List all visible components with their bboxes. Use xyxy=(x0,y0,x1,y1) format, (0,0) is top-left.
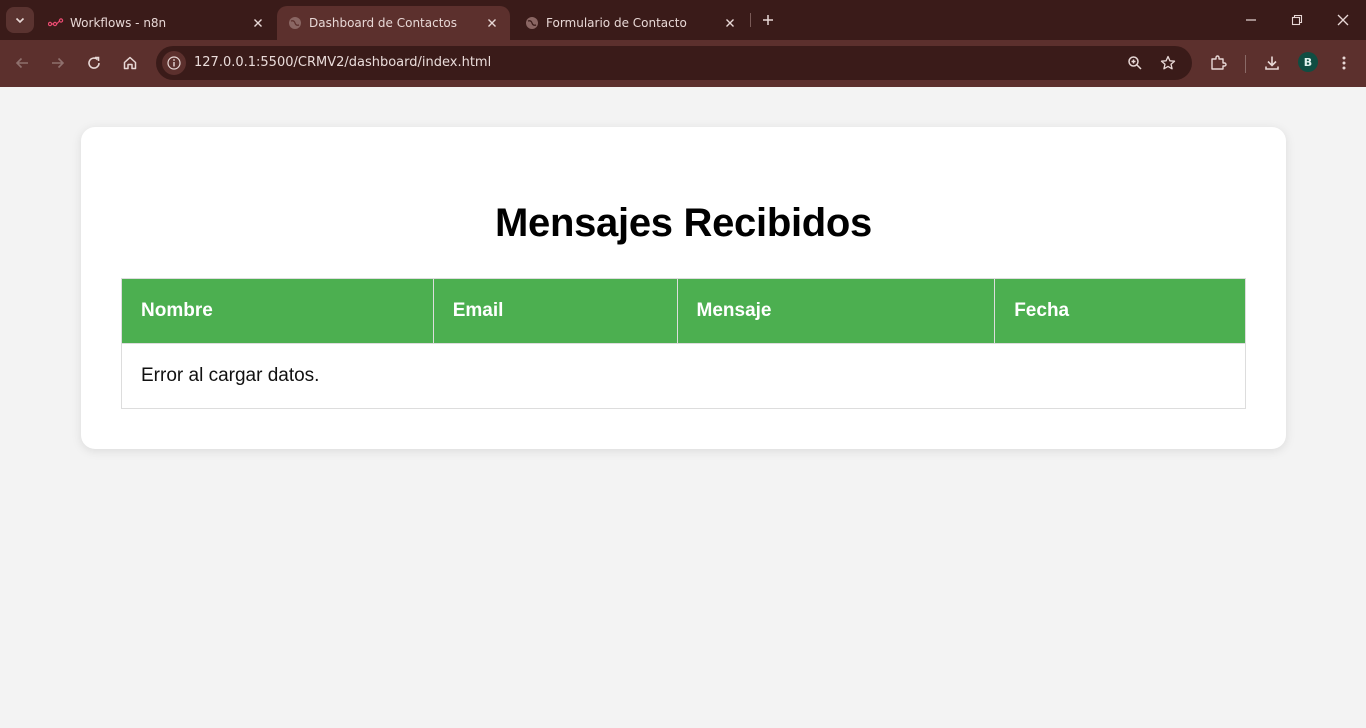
tab-divider xyxy=(750,13,751,27)
restore-button[interactable] xyxy=(1285,8,1309,32)
info-icon xyxy=(167,56,181,70)
reload-icon xyxy=(88,56,100,69)
n8n-logo-icon xyxy=(48,15,64,31)
zoom-in-icon xyxy=(1128,56,1142,70)
url-text[interactable]: 127.0.0.1:5500/CRMV2/dashboard/index.htm… xyxy=(194,55,491,71)
chevron-down-icon xyxy=(15,17,25,24)
home-button[interactable] xyxy=(117,50,143,76)
profile-avatar[interactable]: B xyxy=(1298,52,1318,72)
tab-formulario-de-contacto[interactable]: Formulario de Contacto xyxy=(514,6,748,40)
extensions-button[interactable] xyxy=(1205,50,1231,76)
tab-search-button[interactable] xyxy=(6,7,34,33)
tab-strip: Workflows - n8n Dashboard de Contactos F… xyxy=(0,0,1366,40)
toolbar-divider xyxy=(1245,55,1246,73)
close-window-button[interactable] xyxy=(1331,8,1355,32)
arrow-right-icon xyxy=(52,57,65,69)
star-icon xyxy=(1160,55,1176,70)
bookmark-button[interactable] xyxy=(1157,52,1179,74)
column-header-fecha: Fecha xyxy=(994,278,1246,344)
back-button[interactable] xyxy=(9,50,35,76)
table-header-row: Nombre Email Mensaje Fecha xyxy=(121,278,1246,344)
globe-icon xyxy=(524,15,540,31)
plus-icon xyxy=(763,15,773,25)
arrow-left-icon xyxy=(15,57,28,69)
zoom-button[interactable] xyxy=(1124,52,1146,74)
tab-workflows-n8n[interactable]: Workflows - n8n xyxy=(38,6,276,40)
downloads-button[interactable] xyxy=(1259,50,1285,76)
messages-card: Mensajes Recibidos Nombre Email Mensaje … xyxy=(81,127,1286,449)
site-info-button[interactable] xyxy=(162,51,186,75)
menu-button[interactable] xyxy=(1331,50,1357,76)
minimize-icon xyxy=(1246,19,1256,21)
close-tab-icon[interactable] xyxy=(484,15,500,31)
table-row: Error al cargar datos. xyxy=(121,343,1246,409)
close-tab-icon[interactable] xyxy=(250,15,266,31)
column-header-email: Email xyxy=(432,278,678,344)
close-tab-icon[interactable] xyxy=(722,15,738,31)
tab-title: Dashboard de Contactos xyxy=(309,16,458,30)
tab-dashboard-de-contactos[interactable]: Dashboard de Contactos xyxy=(277,6,510,40)
puzzle-icon xyxy=(1211,55,1227,70)
column-header-nombre: Nombre xyxy=(121,278,434,344)
new-tab-button[interactable] xyxy=(756,8,780,32)
forward-button[interactable] xyxy=(45,50,71,76)
column-header-mensaje: Mensaje xyxy=(676,278,996,344)
download-icon xyxy=(1265,56,1279,70)
tab-title: Formulario de Contacto xyxy=(546,16,687,30)
close-icon xyxy=(1337,14,1349,26)
messages-table: Nombre Email Mensaje Fecha Error al carg… xyxy=(121,278,1246,409)
reload-button[interactable] xyxy=(81,50,107,76)
home-icon xyxy=(123,56,137,70)
address-bar[interactable]: 127.0.0.1:5500/CRMV2/dashboard/index.htm… xyxy=(156,46,1192,80)
browser-toolbar: 127.0.0.1:5500/CRMV2/dashboard/index.htm… xyxy=(0,40,1366,87)
more-vertical-icon xyxy=(1342,56,1346,70)
globe-icon xyxy=(287,15,303,31)
page-title: Mensajes Recibidos xyxy=(495,201,872,245)
error-message: Error al cargar datos. xyxy=(121,343,1246,409)
restore-icon xyxy=(1291,14,1303,26)
tab-title: Workflows - n8n xyxy=(70,16,167,30)
minimize-button[interactable] xyxy=(1239,8,1263,32)
